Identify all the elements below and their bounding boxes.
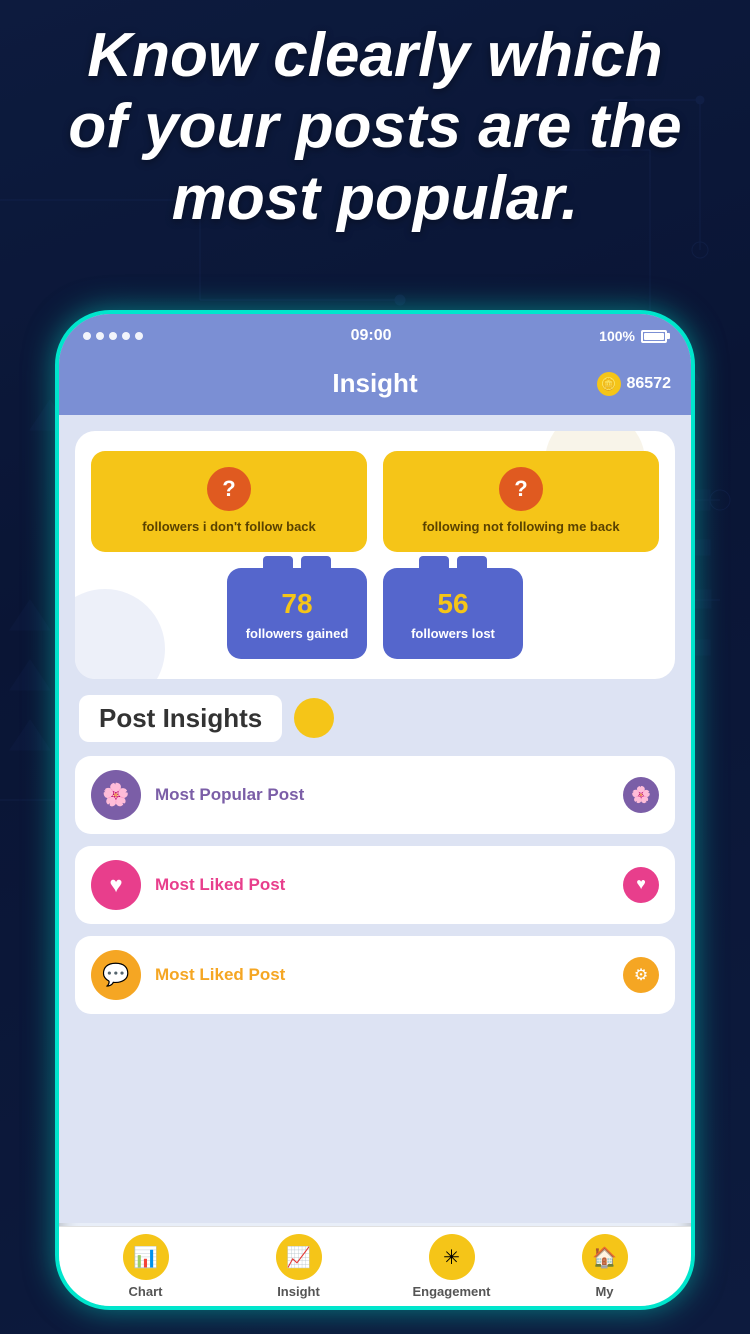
battery-percent: 100% bbox=[599, 328, 635, 344]
engagement-nav-label: Engagement bbox=[412, 1284, 490, 1299]
popular-post-symbol: 🌸 bbox=[102, 782, 129, 808]
liked-post-right-icon-yellow: ⚙ bbox=[623, 957, 659, 993]
status-right: 100% bbox=[599, 328, 667, 344]
battery-icon bbox=[641, 330, 667, 343]
nav-item-insight[interactable]: 📈 Insight bbox=[222, 1234, 375, 1299]
bottom-nav: 📊 Chart 📈 Insight ✳ Engagement 🏠 My bbox=[59, 1226, 691, 1306]
nav-item-engagement[interactable]: ✳ Engagement bbox=[375, 1234, 528, 1299]
post-insights-header: Post Insights bbox=[75, 695, 675, 742]
chart-nav-label: Chart bbox=[129, 1284, 163, 1299]
stats-card: ? followers i don't follow back ? follow… bbox=[75, 431, 675, 679]
coin-badge: 🪙 86572 bbox=[597, 372, 672, 396]
post-insights-title: Post Insights bbox=[79, 695, 282, 742]
popular-post-icon: 🌸 bbox=[91, 770, 141, 820]
liked-post-icon-yellow: 💬 bbox=[91, 950, 141, 1000]
status-bar: 09:00 100% bbox=[59, 314, 691, 358]
post-row-left-2: ♥ Most Liked Post bbox=[91, 860, 285, 910]
coin-amount: 86572 bbox=[627, 375, 672, 393]
stats-bottom-row: 78 followers gained 56 followers lost bbox=[91, 568, 659, 659]
liked-post-symbol-pink: ♥ bbox=[109, 872, 122, 898]
liked-post-icon-pink: ♥ bbox=[91, 860, 141, 910]
app-content: ? followers i don't follow back ? follow… bbox=[59, 415, 691, 1223]
liked-post-label-pink: Most Liked Post bbox=[155, 875, 285, 895]
followers-gained-number: 78 bbox=[281, 588, 312, 620]
signal-dots bbox=[83, 332, 143, 340]
stats-top-row: ? followers i don't follow back ? follow… bbox=[91, 451, 659, 552]
followers-lost-number: 56 bbox=[437, 588, 468, 620]
followers-lost-box[interactable]: 56 followers lost bbox=[383, 568, 523, 659]
chart-nav-icon: 📊 bbox=[123, 1234, 169, 1280]
section-dot bbox=[294, 698, 334, 738]
most-liked-post-row-pink[interactable]: ♥ Most Liked Post ♥ bbox=[75, 846, 675, 924]
notebook-tabs-1 bbox=[263, 556, 331, 570]
followers-not-following-box[interactable]: ? followers i don't follow back bbox=[91, 451, 367, 552]
engagement-nav-icon: ✳ bbox=[429, 1234, 475, 1280]
nav-item-chart[interactable]: 📊 Chart bbox=[69, 1234, 222, 1299]
nav-item-my[interactable]: 🏠 My bbox=[528, 1234, 681, 1299]
liked-post-right-icon-pink: ♥ bbox=[623, 867, 659, 903]
followers-gained-box[interactable]: 78 followers gained bbox=[227, 568, 367, 659]
most-liked-post-row-yellow[interactable]: 💬 Most Liked Post ⚙ bbox=[75, 936, 675, 1014]
post-row-left-1: 🌸 Most Popular Post bbox=[91, 770, 304, 820]
followers-lost-label: followers lost bbox=[411, 626, 495, 643]
following-not-back-label: following not following me back bbox=[422, 519, 619, 536]
liked-post-symbol-yellow: 💬 bbox=[102, 962, 129, 988]
question-icon-1: ? bbox=[207, 467, 251, 511]
most-popular-post-row[interactable]: 🌸 Most Popular Post 🌸 bbox=[75, 756, 675, 834]
my-nav-label: My bbox=[595, 1284, 613, 1299]
status-time: 09:00 bbox=[351, 327, 392, 345]
headline: Know clearly which of your posts are the… bbox=[0, 20, 750, 234]
question-icon-2: ? bbox=[499, 467, 543, 511]
notebook-tabs-2 bbox=[419, 556, 487, 570]
insight-nav-label: Insight bbox=[277, 1284, 320, 1299]
app-title: Insight bbox=[332, 368, 417, 399]
following-not-back-box[interactable]: ? following not following me back bbox=[383, 451, 659, 552]
coin-icon: 🪙 bbox=[597, 372, 621, 396]
followers-not-following-label: followers i don't follow back bbox=[142, 519, 316, 536]
popular-post-right-icon: 🌸 bbox=[623, 777, 659, 813]
popular-post-label: Most Popular Post bbox=[155, 785, 304, 805]
liked-post-label-yellow: Most Liked Post bbox=[155, 965, 285, 985]
phone-frame: 09:00 100% Insight 🪙 86572 ? followers i… bbox=[55, 310, 695, 1310]
my-nav-icon: 🏠 bbox=[582, 1234, 628, 1280]
app-header: Insight 🪙 86572 bbox=[59, 358, 691, 415]
followers-gained-label: followers gained bbox=[246, 626, 349, 643]
post-row-left-3: 💬 Most Liked Post bbox=[91, 950, 285, 1000]
insight-nav-icon: 📈 bbox=[276, 1234, 322, 1280]
